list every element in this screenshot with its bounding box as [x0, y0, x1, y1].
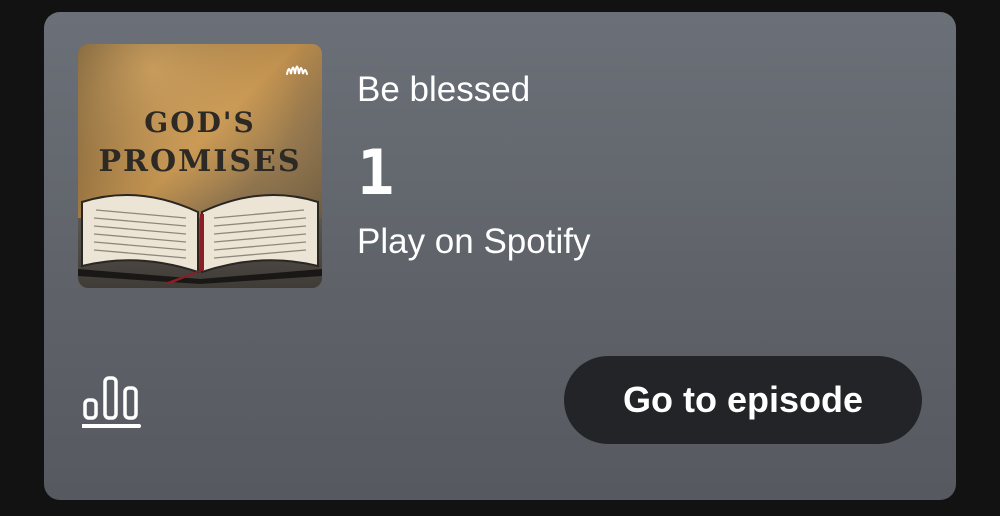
- anchor-icon: [286, 65, 308, 75]
- audio-bars-icon[interactable]: [82, 370, 142, 430]
- show-name[interactable]: Be blessed: [357, 70, 530, 110]
- podcast-cover-image[interactable]: GOD'S PROMISES: [78, 44, 322, 288]
- cover-title-line1: GOD'S: [144, 106, 256, 139]
- episode-title[interactable]: 1: [357, 136, 394, 209]
- play-on-spotify-link[interactable]: Play on Spotify: [357, 222, 590, 262]
- open-bible-illustration: [78, 193, 322, 284]
- go-to-episode-button[interactable]: Go to episode: [564, 356, 922, 444]
- episode-card: GOD'S PROMISES Be blessed 1 Play on Spot…: [44, 12, 956, 500]
